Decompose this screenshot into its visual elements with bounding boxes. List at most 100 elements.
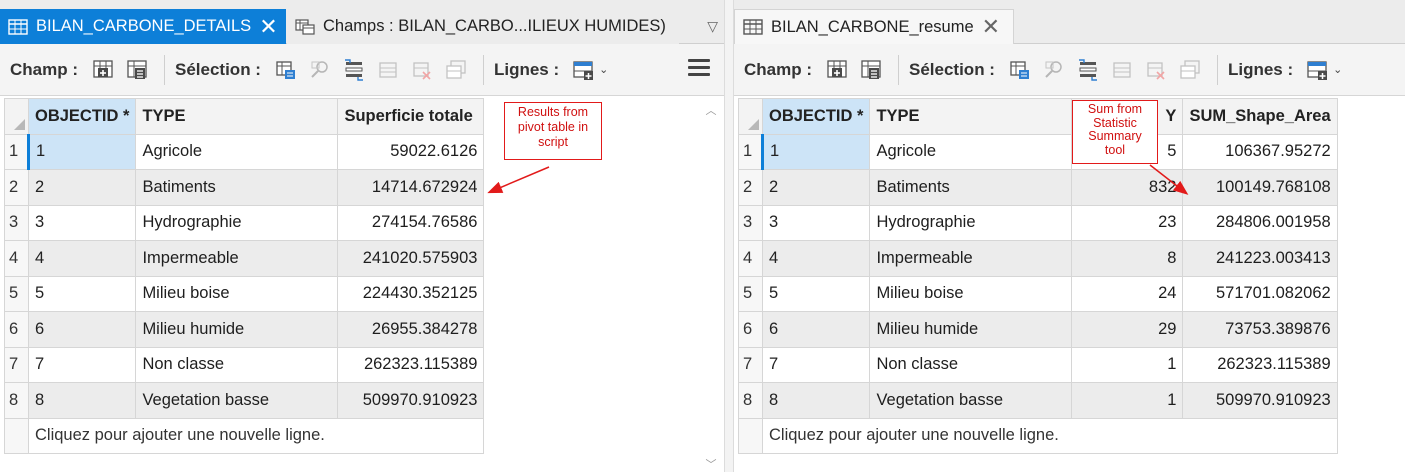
cell-type[interactable]: Batiments (869, 169, 1073, 206)
cell-type[interactable]: Non classe (135, 346, 339, 383)
cell-objectid[interactable]: 2 (27, 169, 137, 206)
cell-type[interactable]: Milieu humide (135, 311, 339, 348)
calculate-field-icon[interactable] (858, 57, 884, 83)
clear-selection-icon[interactable] (1109, 57, 1135, 83)
table-row[interactable]: 3 3 Hydrographie 274154.76586 (4, 204, 485, 241)
cell-objectid[interactable]: 5 (761, 275, 871, 312)
table-row[interactable]: 6 6 Milieu humide 29 73753.389876 (738, 311, 1338, 348)
switch-selection-icon[interactable] (341, 57, 367, 83)
cell-objectid[interactable]: 2 (761, 169, 871, 206)
cell-superficie[interactable]: 509970.910923 (337, 382, 485, 419)
add-field-icon[interactable] (824, 57, 850, 83)
cell-objectid[interactable]: 4 (761, 240, 871, 277)
cell-objectid[interactable]: 8 (27, 382, 137, 419)
table-row[interactable]: 5 5 Milieu boise 24 571701.082062 (738, 275, 1338, 312)
cell-sum-shape-area[interactable]: 73753.389876 (1182, 311, 1338, 348)
cell-superficie[interactable]: 14714.672924 (337, 169, 485, 206)
vertical-scrollbar[interactable]: ︿ ﹀ (704, 98, 718, 472)
tab-bilan-carbone-details[interactable]: BILAN_CARBONE_DETAILS ✕ (0, 9, 286, 44)
calculate-field-icon[interactable] (124, 57, 150, 83)
cell-type[interactable]: Impermeable (869, 240, 1073, 277)
cell-type[interactable]: Hydrographie (869, 204, 1073, 241)
cell-type[interactable]: Milieu boise (135, 275, 339, 312)
table-row[interactable]: 3 3 Hydrographie 23 284806.001958 (738, 204, 1338, 241)
table-row[interactable]: 4 4 Impermeable 241020.575903 (4, 240, 485, 277)
tab-fields-bilan-carbone[interactable]: Champs : BILAN_CARBO...ILIEUX HUMIDES) (287, 9, 679, 44)
column-header-superficie[interactable]: Superficie totale (337, 98, 485, 135)
cell-type[interactable]: Vegetation basse (869, 382, 1073, 419)
zoom-to-selection-icon[interactable] (1041, 57, 1067, 83)
cell-type[interactable]: Hydrographie (135, 204, 339, 241)
cell-superficie[interactable]: 224430.352125 (337, 275, 485, 312)
table-row[interactable]: 8 8 Vegetation basse 1 509970.910923 (738, 382, 1338, 419)
column-header-type[interactable]: TYPE (869, 98, 1073, 135)
cell-sum-shape-area[interactable]: 241223.003413 (1182, 240, 1338, 277)
add-new-row-prompt[interactable]: Cliquez pour ajouter une nouvelle ligne. (27, 417, 485, 454)
cell-superficie[interactable]: 59022.6126 (337, 133, 485, 170)
cell-sum-shape-area[interactable]: 571701.082062 (1182, 275, 1338, 312)
cell-superficie[interactable]: 26955.384278 (337, 311, 485, 348)
cell-objectid[interactable]: 3 (761, 204, 871, 241)
column-header-type[interactable]: TYPE (135, 98, 339, 135)
delete-selection-icon[interactable] (1143, 57, 1169, 83)
cell-superficie[interactable]: 241020.575903 (337, 240, 485, 277)
table-row[interactable]: 8 8 Vegetation basse 509970.910923 (4, 382, 485, 419)
select-by-attributes-icon[interactable] (273, 57, 299, 83)
cell-type[interactable]: Agricole (135, 133, 339, 170)
copy-selection-icon[interactable] (1177, 57, 1203, 83)
close-icon[interactable]: ✕ (982, 16, 1000, 38)
cell-type[interactable]: Agricole (869, 133, 1073, 170)
add-row-icon[interactable] (571, 57, 597, 83)
cell-frequency[interactable]: 24 (1071, 275, 1184, 312)
copy-selection-icon[interactable] (443, 57, 469, 83)
add-field-icon[interactable] (90, 57, 116, 83)
table-row[interactable]: 4 4 Impermeable 8 241223.003413 (738, 240, 1338, 277)
cell-objectid[interactable]: 7 (27, 346, 137, 383)
panel-splitter[interactable] (724, 0, 734, 472)
column-header-sum-shape-area[interactable]: SUM_Shape_Area (1182, 98, 1338, 135)
chevron-down-icon[interactable]: ⌄ (599, 63, 608, 76)
cell-sum-shape-area[interactable]: 284806.001958 (1182, 204, 1338, 241)
cell-type[interactable]: Batiments (135, 169, 339, 206)
cell-type[interactable]: Non classe (869, 346, 1073, 383)
add-new-row-prompt[interactable]: Cliquez pour ajouter une nouvelle ligne. (762, 417, 1338, 454)
column-header-objectid[interactable]: OBJECTID * (27, 98, 137, 135)
table-row[interactable]: 2 2 Batiments 832 100149.768108 (738, 169, 1338, 206)
column-header-objectid[interactable]: OBJECTID * (761, 98, 871, 135)
cell-frequency[interactable]: 1 (1071, 346, 1184, 383)
cell-frequency[interactable]: 832 (1071, 169, 1184, 206)
cell-objectid[interactable]: 8 (761, 382, 871, 419)
cell-sum-shape-area[interactable]: 106367.95272 (1182, 133, 1338, 170)
table-row[interactable]: 7 7 Non classe 1 262323.115389 (738, 346, 1338, 383)
cell-objectid[interactable]: 5 (27, 275, 137, 312)
cell-frequency[interactable]: 1 (1071, 382, 1184, 419)
cell-sum-shape-area[interactable]: 100149.768108 (1182, 169, 1338, 206)
chevron-down-icon[interactable]: ▽ (707, 18, 718, 35)
add-row-line[interactable]: Cliquez pour ajouter une nouvelle ligne. (4, 417, 485, 454)
cell-type[interactable]: Milieu boise (869, 275, 1073, 312)
zoom-to-selection-icon[interactable] (307, 57, 333, 83)
cell-sum-shape-area[interactable]: 509970.910923 (1182, 382, 1338, 419)
cell-frequency[interactable]: 29 (1071, 311, 1184, 348)
cell-frequency[interactable]: 8 (1071, 240, 1184, 277)
menu-icon[interactable] (688, 59, 710, 79)
cell-sum-shape-area[interactable]: 262323.115389 (1182, 346, 1338, 383)
cell-superficie[interactable]: 262323.115389 (337, 346, 485, 383)
cell-objectid[interactable]: 6 (761, 311, 871, 348)
select-all-corner[interactable] (738, 98, 763, 135)
tab-bilan-carbone-resume[interactable]: BILAN_CARBONE_resume ✕ (734, 9, 1014, 44)
cell-objectid[interactable]: 1 (760, 133, 871, 170)
cell-type[interactable]: Vegetation basse (135, 382, 339, 419)
select-all-corner[interactable] (4, 98, 29, 135)
cell-type[interactable]: Impermeable (135, 240, 339, 277)
chevron-down-icon[interactable]: ﹀ (704, 456, 718, 472)
cell-objectid[interactable]: 7 (761, 346, 871, 383)
switch-selection-icon[interactable] (1075, 57, 1101, 83)
close-icon[interactable]: ✕ (259, 15, 277, 38)
chevron-up-icon[interactable]: ︿ (704, 102, 718, 118)
add-row-icon[interactable] (1305, 57, 1331, 83)
table-row[interactable]: 7 7 Non classe 262323.115389 (4, 346, 485, 383)
cell-objectid[interactable]: 1 (26, 133, 137, 170)
cell-type[interactable]: Milieu humide (869, 311, 1073, 348)
chevron-down-icon[interactable]: ⌄ (1333, 63, 1342, 76)
